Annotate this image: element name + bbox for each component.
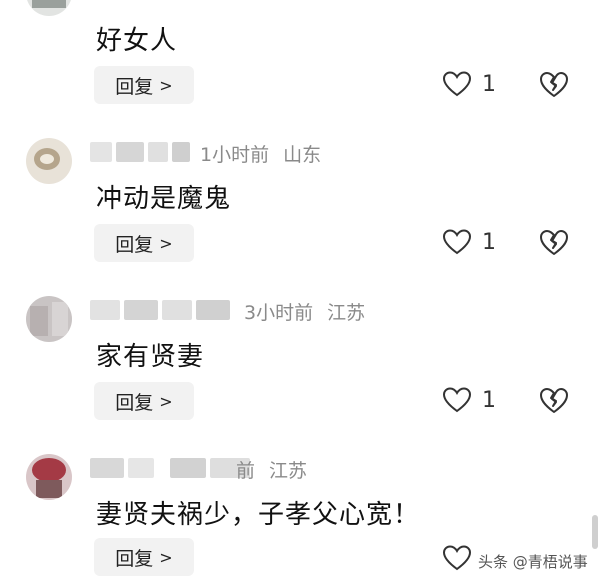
comment-text: 好女人 xyxy=(96,26,178,56)
like-count: 1 xyxy=(482,387,496,413)
comment-location: 江苏 xyxy=(269,460,308,482)
heart-outline-icon xyxy=(442,545,472,571)
comment-location: 江苏 xyxy=(327,302,366,324)
chevron-right-icon: > xyxy=(159,75,173,95)
reply-button[interactable]: 回复 > xyxy=(94,382,194,420)
scrollbar-thumb[interactable] xyxy=(592,515,598,549)
like-count: 1 xyxy=(482,229,496,255)
avatar[interactable] xyxy=(26,454,72,500)
username-blurred xyxy=(90,142,190,162)
reply-label: 回复 xyxy=(115,547,154,570)
comment-meta: 1小时前 山东 xyxy=(200,140,321,167)
avatar[interactable] xyxy=(26,138,72,184)
chevron-right-icon: > xyxy=(159,547,173,567)
reply-button[interactable]: 回复 > xyxy=(94,66,194,104)
reply-label: 回复 xyxy=(115,233,154,256)
comment-text: 妻贤夫祸少，子孝父心宽！ xyxy=(96,500,421,530)
reply-label: 回复 xyxy=(115,391,154,414)
reply-label: 回复 xyxy=(115,75,154,98)
comment-text: 家有贤妻 xyxy=(96,342,205,372)
broken-heart-icon[interactable] xyxy=(538,384,570,416)
heart-outline-icon xyxy=(442,71,472,97)
broken-heart-icon[interactable] xyxy=(538,68,570,100)
username-blurred xyxy=(90,458,250,478)
like-count: 1 xyxy=(482,71,496,97)
heart-outline-icon xyxy=(442,387,472,413)
username-blurred xyxy=(90,300,230,320)
comment-meta: 3小时前 江苏 xyxy=(244,298,365,325)
comment-time: 3小时前 xyxy=(244,302,314,324)
comment-time: 前 xyxy=(236,460,256,482)
avatar[interactable] xyxy=(26,0,72,16)
like-button[interactable]: 1 xyxy=(442,66,512,102)
comment-text: 冲动是魔鬼 xyxy=(96,184,232,214)
avatar[interactable] xyxy=(26,296,72,342)
comment-time: 1小时前 xyxy=(200,144,270,166)
like-button[interactable]: 1 xyxy=(442,382,512,418)
comment-location: 山东 xyxy=(283,144,322,166)
chevron-right-icon: > xyxy=(159,391,173,411)
broken-heart-icon[interactable] xyxy=(538,226,570,258)
like-button[interactable]: 1 xyxy=(442,224,512,260)
chevron-right-icon: > xyxy=(159,233,173,253)
heart-outline-icon xyxy=(442,229,472,255)
reply-button[interactable]: 回复 > xyxy=(94,224,194,262)
comment-meta: 前江苏 xyxy=(236,456,307,483)
reply-button[interactable]: 回复 > xyxy=(94,538,194,576)
watermark: 头条 @青梧说事 xyxy=(478,553,588,571)
